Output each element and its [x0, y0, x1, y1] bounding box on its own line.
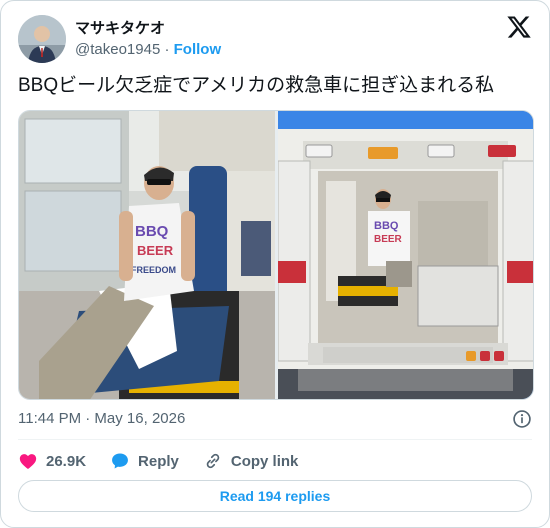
info-icon[interactable]: [512, 409, 532, 429]
author-name[interactable]: マサキタケオ: [75, 17, 165, 38]
tweet-actions: 26.9K Reply Copy link: [18, 449, 322, 473]
like-count: 26.9K: [46, 452, 87, 470]
follow-button[interactable]: Follow: [174, 41, 222, 58]
avatar-image: [18, 15, 66, 63]
shirt-text-beer-right: BEER: [374, 234, 403, 245]
tweet-card: マサキタケオ @takeo1945 · Follow BBQビール欠乏症でアメリ…: [0, 0, 550, 528]
photo-right-image: BBQ BEER: [278, 111, 533, 399]
copy-link-button[interactable]: Copy link: [203, 451, 299, 471]
x-logo-icon[interactable]: [506, 14, 532, 40]
reply-label: Reply: [138, 452, 179, 470]
read-replies-label: Read 194 replies: [219, 488, 331, 504]
heart-icon: [19, 454, 37, 469]
tweet-text: BBQビール欠乏症でアメリカの救急車に担ぎ込まれる私: [18, 75, 495, 96]
author-handle[interactable]: @takeo1945: [75, 41, 160, 58]
read-replies-button[interactable]: Read 194 replies: [18, 480, 532, 512]
media-grid: BBQ BEER FREEDOM BBQ BEER: [18, 110, 534, 400]
link-icon: [206, 453, 220, 469]
shirt-text-freedom: FREEDOM: [131, 265, 176, 275]
photo-ambulance-rear-open[interactable]: BBQ BEER: [278, 111, 533, 399]
photo-left-image: BBQ BEER FREEDOM: [19, 111, 275, 399]
handle-separator: ·: [160, 41, 174, 58]
copy-link-label: Copy link: [230, 452, 299, 470]
shirt-text-beer: BEER: [137, 243, 174, 258]
reply-button[interactable]: Reply: [110, 451, 179, 471]
photo-ambulance-interior-stretcher[interactable]: BBQ BEER FREEDOM: [19, 111, 275, 399]
avatar[interactable]: [18, 15, 66, 63]
shirt-text-bbq: BBQ: [135, 223, 169, 240]
tweet-timestamp[interactable]: 11:44 PM · May 16, 2026: [18, 410, 185, 427]
divider: [18, 439, 532, 440]
reply-bubble-icon: [112, 453, 128, 469]
shirt-text-bbq-right: BBQ: [374, 220, 399, 232]
author-handle-row: @takeo1945 · Follow: [75, 41, 221, 58]
like-button[interactable]: 26.9K: [18, 451, 86, 471]
